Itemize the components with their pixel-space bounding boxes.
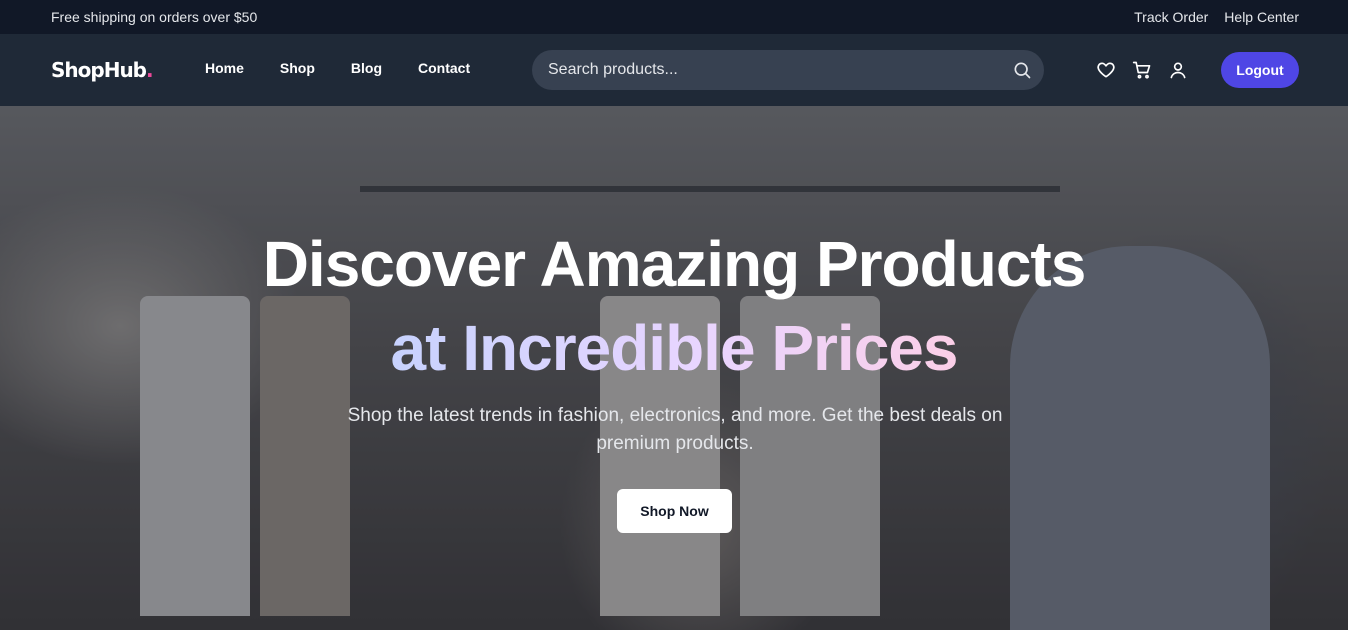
nav-home[interactable]: Home [205,60,244,76]
main-navbar: ShopHub. Home Shop Blog Contact Logout [0,34,1348,106]
search-bar [532,50,1044,90]
logo-dot: . [146,58,154,82]
user-actions [1096,60,1188,80]
free-shipping-text: Free shipping on orders over $50 [51,9,258,25]
track-order-link[interactable]: Track Order [1134,9,1208,25]
nav-contact[interactable]: Contact [418,60,470,76]
nav-blog[interactable]: Blog [351,60,382,76]
hero-title-line1: Discover Amazing Products [262,228,1087,300]
search-icon[interactable] [1012,60,1032,80]
top-links: Track Order Help Center [1134,9,1299,25]
hero-title-line2: at Incredible Prices [0,312,1348,384]
logout-button[interactable]: Logout [1221,52,1299,88]
heart-icon[interactable] [1096,60,1116,80]
help-center-link[interactable]: Help Center [1224,9,1299,25]
primary-nav: Home Shop Blog Contact [205,60,470,76]
logo-text: ShopHub [51,58,147,82]
hero-section: Discover Amazing Products at Incredible … [0,106,1348,630]
user-icon[interactable] [1168,60,1188,80]
cart-icon[interactable] [1132,60,1152,80]
shop-now-button[interactable]: Shop Now [617,489,732,533]
nav-shop[interactable]: Shop [280,60,315,76]
shophub-logo[interactable]: ShopHub. [51,56,154,84]
search-input[interactable] [548,61,1012,79]
hero-title-gradient-text: at Incredible Prices [390,312,959,384]
top-announcement-bar: Free shipping on orders over $50 Track O… [0,0,1348,34]
hero-subtitle: Shop the latest trends in fashion, elect… [347,405,1003,454]
